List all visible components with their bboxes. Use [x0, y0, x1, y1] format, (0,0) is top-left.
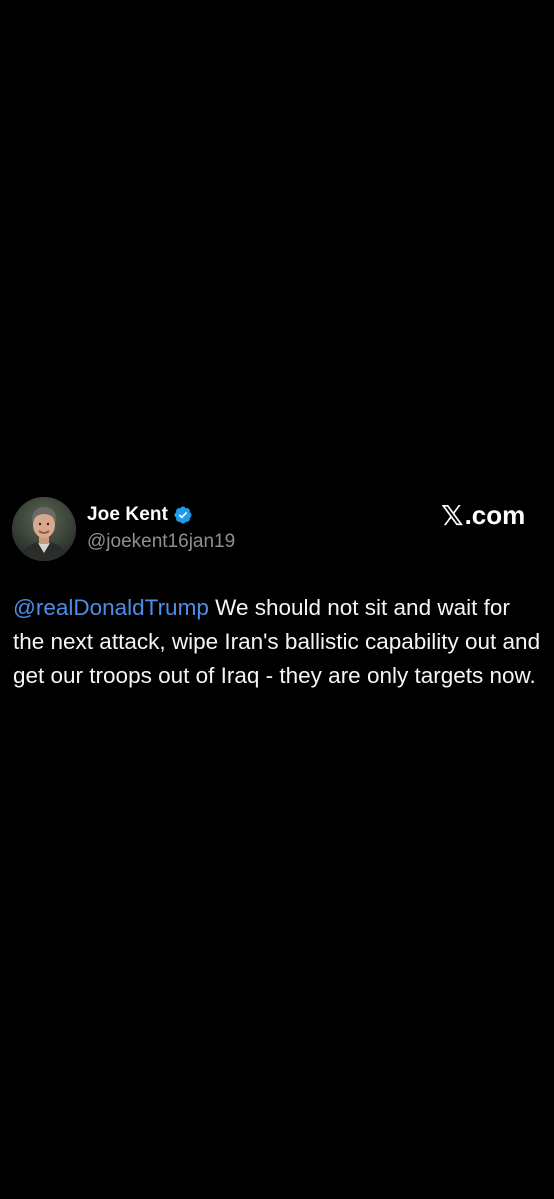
- display-name[interactable]: Joe Kent: [87, 504, 168, 526]
- x-logo-icon: 𝕏: [441, 499, 464, 532]
- tweet-text: @realDonaldTrump We should not sit and w…: [13, 591, 543, 693]
- user-handle[interactable]: @joekent16jan19: [87, 531, 235, 553]
- logo-text: .com: [464, 500, 526, 530]
- avatar[interactable]: [12, 497, 76, 561]
- mention-link[interactable]: @realDonaldTrump: [13, 595, 209, 620]
- name-row: Joe Kent: [87, 502, 235, 528]
- verified-badge-icon: [173, 505, 193, 525]
- author-info: Joe Kent @joekent16jan19: [87, 502, 235, 553]
- x-com-logo: 𝕏 .com: [441, 499, 525, 532]
- profile-photo-icon: [12, 497, 76, 561]
